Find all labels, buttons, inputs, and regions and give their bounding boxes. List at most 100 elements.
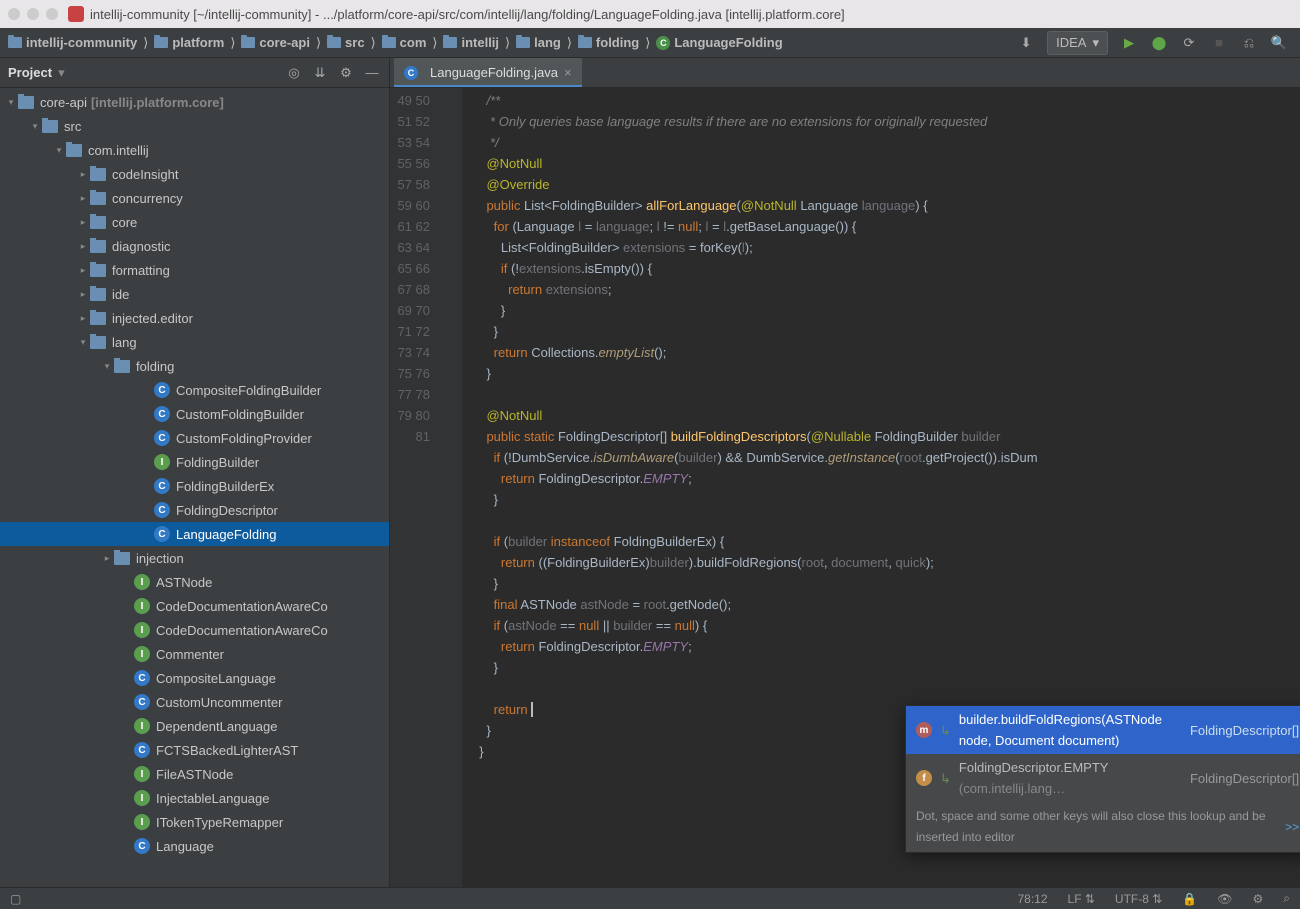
- tree-node[interactable]: ▸diagnostic: [0, 234, 389, 258]
- class-icon: C: [154, 430, 170, 446]
- tree-node[interactable]: IFileASTNode: [0, 762, 389, 786]
- project-tree[interactable]: ▾core-api[intellij.platform.core]▾src▾co…: [0, 88, 389, 887]
- vcs-icon[interactable]: ⎌: [1240, 34, 1258, 52]
- hector-icon[interactable]: ⚙: [1253, 892, 1264, 906]
- completion-hint: Dot, space and some other keys will also…: [906, 802, 1300, 852]
- collapse-icon[interactable]: ⇊: [311, 64, 329, 82]
- search-icon[interactable]: 🔍: [1270, 34, 1288, 52]
- folder-icon: [8, 37, 22, 48]
- gutter[interactable]: 49 50 51 52 53 54 55 56 57 58 59 60 61 6…: [390, 88, 444, 887]
- tool-window-icon[interactable]: ▢: [10, 892, 21, 906]
- encoding[interactable]: UTF-8 ⇅: [1115, 892, 1162, 906]
- tree-node[interactable]: ▸concurrency: [0, 186, 389, 210]
- window-controls[interactable]: [8, 8, 58, 20]
- tree-node[interactable]: ▸formatting: [0, 258, 389, 282]
- notifications-icon[interactable]: ⌕: [1283, 891, 1290, 906]
- class-icon: C: [154, 406, 170, 422]
- tree-node[interactable]: CLanguageFolding: [0, 522, 389, 546]
- folder-icon: [443, 37, 457, 48]
- tree-node[interactable]: IFoldingBuilder: [0, 450, 389, 474]
- tree-node[interactable]: CCustomFoldingProvider: [0, 426, 389, 450]
- tree-node[interactable]: ▾core-api[intellij.platform.core]: [0, 90, 389, 114]
- tree-node[interactable]: ▾folding: [0, 354, 389, 378]
- interface-icon: I: [154, 454, 170, 470]
- breadcrumb-item[interactable]: platform: [150, 33, 228, 52]
- class-icon: C: [154, 478, 170, 494]
- chevron-down-icon: ▾: [58, 65, 65, 81]
- stop-icon[interactable]: ■: [1210, 34, 1228, 52]
- project-sidebar: Project ▾ ◎ ⇊ ⚙ — ▾core-api[intellij.pla…: [0, 58, 390, 887]
- tree-node[interactable]: ▾src: [0, 114, 389, 138]
- completion-item[interactable]: f↳FoldingDescriptor.EMPTY (com.intellij.…: [906, 754, 1300, 802]
- tree-node[interactable]: ▸codeInsight: [0, 162, 389, 186]
- tree-node[interactable]: CFoldingBuilderEx: [0, 474, 389, 498]
- editor-tabs: C LanguageFolding.java ×: [390, 58, 1300, 88]
- tree-node[interactable]: CFoldingDescriptor: [0, 498, 389, 522]
- breadcrumb-item[interactable]: src: [323, 33, 369, 52]
- breadcrumb-item[interactable]: com: [378, 33, 431, 52]
- close-icon[interactable]: ×: [564, 65, 572, 80]
- tree-node[interactable]: CCustomUncommenter: [0, 690, 389, 714]
- hint-link[interactable]: >>: [1285, 817, 1299, 838]
- gear-icon[interactable]: ⚙: [337, 64, 355, 82]
- folder-icon: [241, 37, 255, 48]
- caret-position[interactable]: 78:12: [1017, 892, 1047, 906]
- breadcrumbs[interactable]: intellij-community⟩platform⟩core-api⟩src…: [4, 33, 1009, 52]
- interface-icon: I: [134, 574, 150, 590]
- build-icon[interactable]: ⬇: [1017, 34, 1035, 52]
- tree-node[interactable]: CCompositeLanguage: [0, 666, 389, 690]
- tree-node[interactable]: CLanguage: [0, 834, 389, 858]
- tree-node[interactable]: ▸injected.editor: [0, 306, 389, 330]
- breadcrumb-item[interactable]: core-api: [237, 33, 314, 52]
- tree-node[interactable]: IInjectableLanguage: [0, 786, 389, 810]
- tree-node[interactable]: ▸injection: [0, 546, 389, 570]
- debug-icon[interactable]: ⬤: [1150, 34, 1168, 52]
- tree-node[interactable]: CCompositeFoldingBuilder: [0, 378, 389, 402]
- breadcrumb-item[interactable]: intellij: [439, 33, 503, 52]
- folder-icon: [42, 120, 58, 133]
- line-separator[interactable]: LF ⇅: [1068, 892, 1095, 906]
- class-icon: C: [154, 502, 170, 518]
- lock-icon[interactable]: 🔒: [1182, 892, 1197, 906]
- folder-icon: [327, 37, 341, 48]
- gutter-icons[interactable]: [444, 88, 462, 887]
- tree-node[interactable]: ICodeDocumentationAwareCo: [0, 594, 389, 618]
- folder-icon: [154, 37, 168, 48]
- tree-node[interactable]: IITokenTypeRemapper: [0, 810, 389, 834]
- interface-icon: I: [134, 766, 150, 782]
- tree-node[interactable]: CCustomFoldingBuilder: [0, 402, 389, 426]
- project-tool-header[interactable]: Project ▾ ◎ ⇊ ⚙ —: [0, 58, 389, 88]
- class-icon: C: [134, 838, 150, 854]
- tree-node[interactable]: ▾lang: [0, 330, 389, 354]
- coverage-icon[interactable]: ⟳: [1180, 34, 1198, 52]
- tree-node[interactable]: CFCTSBackedLighterAST: [0, 738, 389, 762]
- class-icon: C: [134, 694, 150, 710]
- breadcrumb-item[interactable]: CLanguageFolding: [652, 33, 786, 52]
- folder-icon: [578, 37, 592, 48]
- app-icon: [68, 6, 84, 22]
- tree-node[interactable]: ▸core: [0, 210, 389, 234]
- target-icon[interactable]: ◎: [285, 64, 303, 82]
- tree-node[interactable]: IASTNode: [0, 570, 389, 594]
- tree-node[interactable]: ICodeDocumentationAwareCo: [0, 618, 389, 642]
- editor-tab[interactable]: C LanguageFolding.java ×: [394, 58, 582, 87]
- run-icon[interactable]: ▶: [1120, 34, 1138, 52]
- breadcrumb-item[interactable]: folding: [574, 33, 643, 52]
- inspect-icon[interactable]: 👁: [1217, 892, 1232, 906]
- breadcrumb-item[interactable]: lang: [512, 33, 565, 52]
- chevron-down-icon: ▾: [1092, 35, 1099, 51]
- breadcrumb-item[interactable]: intellij-community: [4, 33, 141, 52]
- interface-icon: I: [134, 790, 150, 806]
- method-icon: m: [916, 722, 932, 738]
- code-editor[interactable]: 49 50 51 52 53 54 55 56 57 58 59 60 61 6…: [390, 88, 1300, 887]
- completion-item[interactable]: m↳builder.buildFoldRegions(ASTNode node,…: [906, 706, 1300, 754]
- tree-node[interactable]: ICommenter: [0, 642, 389, 666]
- tree-node[interactable]: IDependentLanguage: [0, 714, 389, 738]
- tree-node[interactable]: ▾com.intellij: [0, 138, 389, 162]
- run-config-selector[interactable]: IDEA ▾: [1047, 31, 1108, 55]
- folder-icon: [90, 312, 106, 325]
- hide-icon[interactable]: —: [363, 64, 381, 82]
- tree-node[interactable]: ▸ide: [0, 282, 389, 306]
- class-icon: C: [404, 66, 418, 80]
- completion-popup[interactable]: m↳builder.buildFoldRegions(ASTNode node,…: [905, 705, 1300, 853]
